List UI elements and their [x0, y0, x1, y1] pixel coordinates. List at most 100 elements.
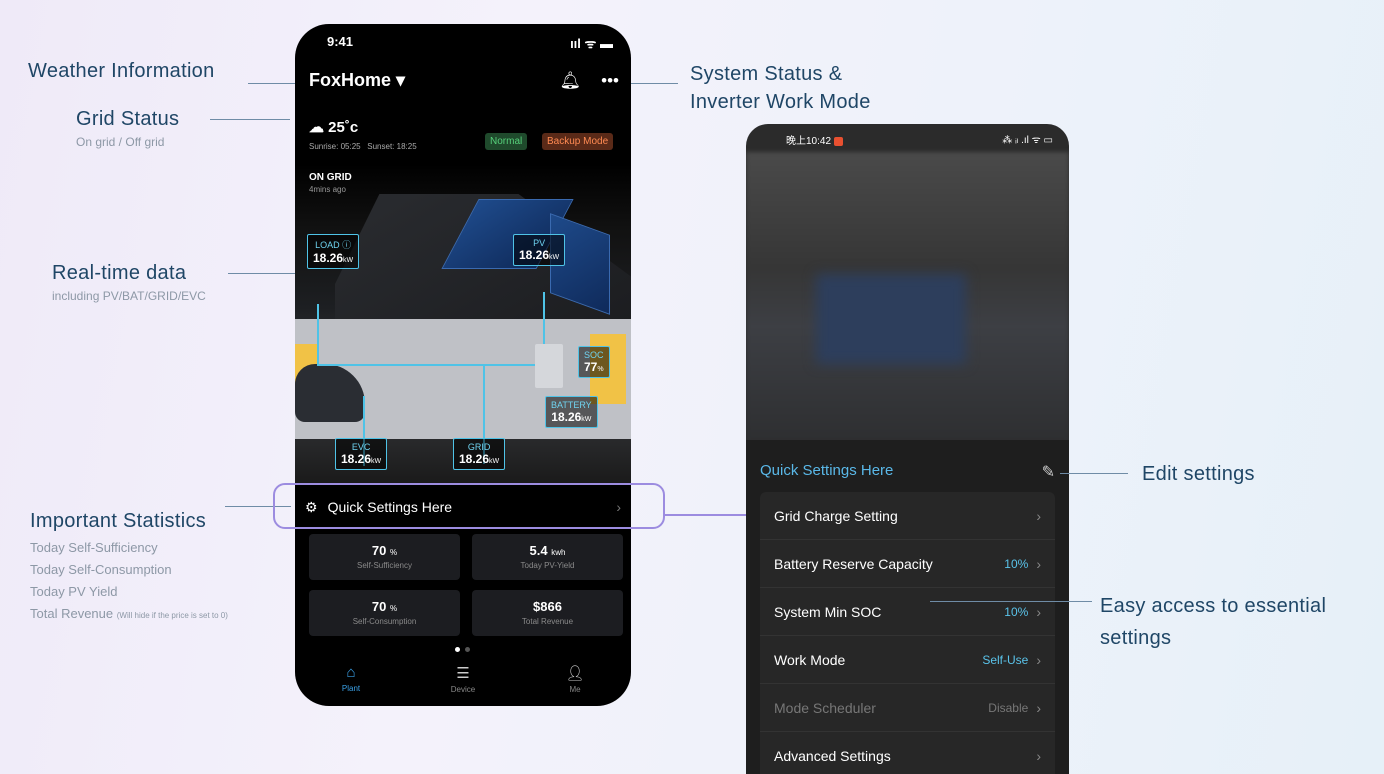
- person-icon: 👤︎: [565, 665, 585, 682]
- stat-card-self-consumption[interactable]: 70 % Self-Consumption: [309, 590, 460, 636]
- phone-home-screen: 9:41 ııl ᯤ ▬ FoxHome ▾ 🔔︎ ••• ☁ 25˚c Sun…: [295, 24, 631, 706]
- grid-status-title: Grid Status: [76, 108, 180, 130]
- easy-access-connector: [930, 601, 1092, 602]
- realtime-title: Real-time data: [52, 262, 187, 284]
- phone-quick-settings: 晚上10:42 ⁂ ᵢₗ .ıl ᯤ ▭ Quick Settings Here…: [746, 124, 1069, 774]
- edit-connector: [1060, 473, 1128, 474]
- tab-plant-label: Plant: [341, 684, 361, 693]
- settings-list: Grid Charge Setting › Battery Reserve Cap…: [760, 492, 1055, 774]
- evc-flow-box[interactable]: EVC 18.26kW: [335, 438, 388, 470]
- grid-status-annotation: Grid Status On grid / Off grid: [76, 108, 179, 149]
- system-status-connector: [630, 83, 678, 84]
- stat-card-pv-yield[interactable]: 5.4 kwh Today PV-Yield: [472, 534, 623, 580]
- stats-item-self-sufficiency: Today Self-Sufficiency: [30, 540, 158, 555]
- stat-value: $866: [533, 599, 562, 614]
- realtime-annotation: Real-time data including PV/BAT/GRID/EVC: [52, 262, 206, 303]
- soc-label: SOC: [584, 350, 604, 360]
- sunset: Sunset: 18:25: [367, 142, 417, 151]
- header-actions: 🔔︎ •••: [560, 71, 619, 91]
- tab-me[interactable]: 👤︎ Me: [545, 664, 605, 694]
- stat-label: Self-Consumption: [352, 617, 417, 626]
- sheet-header: Quick Settings Here ✎: [760, 462, 1055, 482]
- quick-settings-sheet: Quick Settings Here ✎ Grid Charge Settin…: [746, 440, 1069, 774]
- soc-unit: %: [597, 366, 604, 373]
- home-icon: ⌂: [346, 664, 356, 681]
- setting-battery-reserve[interactable]: Battery Reserve Capacity 10% ›: [760, 540, 1055, 588]
- soc-box[interactable]: SOC 77%: [578, 346, 610, 378]
- pv-value: 18.26: [519, 248, 550, 262]
- stats-item-revenue: Total Revenue (Will hide if the price is…: [30, 606, 228, 621]
- grid-status-sub: On grid / Off grid: [76, 135, 165, 149]
- status-time: 9:41: [327, 34, 354, 49]
- setting-work-mode[interactable]: Work Mode Self-Use ›: [760, 636, 1055, 684]
- time-2: 晚上10:42: [786, 136, 832, 147]
- blurred-panel: [816, 274, 966, 364]
- record-icon: [833, 136, 843, 146]
- quick-settings-highlight: [273, 483, 665, 529]
- setting-value: 10%: [1004, 604, 1029, 619]
- weather: ☁ 25˚c: [309, 118, 358, 136]
- status-bar: 9:41 ııl ᯤ ▬: [327, 34, 613, 52]
- site-selector[interactable]: FoxHome ▾: [309, 70, 405, 91]
- easy-access-line1: Easy access to essential: [1100, 595, 1327, 617]
- temperature: 25˚c: [328, 119, 359, 136]
- stat-value: 5.4: [529, 543, 548, 558]
- system-status-line2: Inverter Work Mode: [690, 91, 871, 113]
- setting-label: System Min SOC: [774, 603, 882, 620]
- tab-device-label: Device: [450, 685, 476, 694]
- load-value: 18.26: [313, 251, 344, 265]
- wire-load: [317, 304, 319, 366]
- setting-grid-charge[interactable]: Grid Charge Setting ›: [760, 492, 1055, 540]
- evc-value: 18.26: [341, 452, 372, 466]
- more-icon[interactable]: •••: [601, 71, 619, 91]
- battery-flow-box[interactable]: BATTERY 18.26kW: [545, 396, 598, 428]
- inverter: [535, 344, 563, 388]
- grid-state: ON GRID: [309, 172, 352, 183]
- load-label: LOAD ⓘ: [315, 240, 352, 250]
- setting-label: Work Mode: [774, 651, 846, 668]
- stat-card-total-revenue[interactable]: $866 Total Revenue: [472, 590, 623, 636]
- wire-pv: [543, 292, 545, 352]
- edit-icon[interactable]: ✎: [1042, 462, 1055, 482]
- setting-label: Battery Reserve Capacity: [774, 555, 933, 572]
- setting-label: Grid Charge Setting: [774, 507, 898, 524]
- chevron-right-icon: ›: [1036, 603, 1041, 620]
- app-header: FoxHome ▾ 🔔︎ •••: [309, 70, 619, 91]
- tab-device[interactable]: ☰ Device: [433, 664, 493, 694]
- tab-plant[interactable]: ⌂ Plant: [321, 664, 381, 694]
- sheet-title: Quick Settings Here: [760, 462, 894, 479]
- setting-value: Self-Use: [982, 652, 1029, 667]
- stats-item-pv-yield: Today PV Yield: [30, 584, 118, 599]
- bell-icon[interactable]: 🔔︎: [560, 71, 582, 91]
- evc-label: EVC: [351, 442, 371, 452]
- stat-label: Today PV-Yield: [520, 561, 575, 570]
- stat-label: Total Revenue: [521, 617, 574, 626]
- device-icon: ☰: [456, 665, 470, 682]
- grid-state-time: 4mins ago: [309, 185, 346, 194]
- realtime-sub: including PV/BAT/GRID/EVC: [52, 289, 206, 303]
- load-flow-box[interactable]: LOAD ⓘ 18.26kW: [307, 234, 360, 269]
- setting-mode-scheduler[interactable]: Mode Scheduler Disable ›: [760, 684, 1055, 732]
- status-time-2: 晚上10:42: [786, 132, 843, 147]
- work-mode-badge: Backup Mode: [542, 133, 614, 150]
- pv-flow-box[interactable]: PV 18.26kW: [513, 234, 566, 266]
- stat-card-self-sufficiency[interactable]: 70 % Self-Sufficiency: [309, 534, 460, 580]
- status-icons-2: ⁂ ᵢₗ .ıl ᯤ ▭: [1002, 135, 1053, 146]
- grid-label: GRID: [467, 442, 491, 452]
- chevron-right-icon: ›: [1036, 507, 1041, 524]
- page-dot: [465, 647, 470, 652]
- edit-settings-annotation: Edit settings: [1142, 463, 1255, 485]
- setting-advanced[interactable]: Advanced Settings ›: [760, 732, 1055, 774]
- soc-value: 77: [584, 360, 598, 374]
- setting-min-soc[interactable]: System Min SOC 10% ›: [760, 588, 1055, 636]
- grid-flow-box[interactable]: GRID 18.26kW: [453, 438, 506, 470]
- battery-label: BATTERY: [551, 400, 592, 410]
- status-badge-normal: Normal: [485, 133, 528, 150]
- load-unit: kW: [343, 257, 354, 264]
- chevron-right-icon: ›: [1036, 651, 1041, 668]
- sun-times: Sunrise: 05:25 Sunset: 18:25: [309, 142, 417, 151]
- evc-unit: kW: [371, 458, 382, 465]
- stat-unit: %: [389, 548, 398, 557]
- signal-icons: ııl ᯤ ▬: [570, 36, 613, 51]
- chevron-right-icon: ›: [1036, 747, 1041, 764]
